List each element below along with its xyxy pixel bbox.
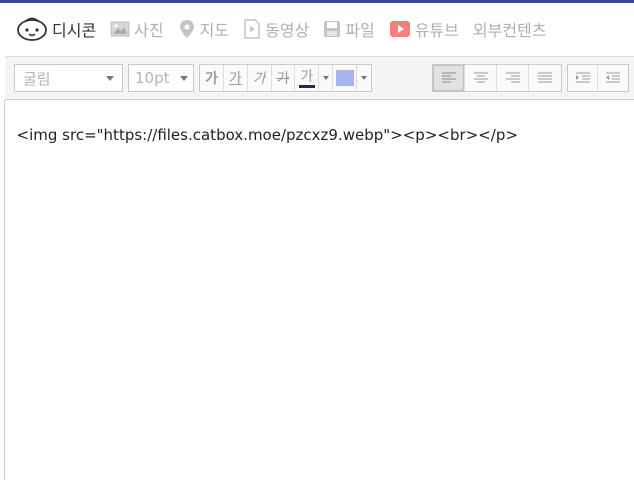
bg-color-swatch	[335, 70, 354, 86]
font-color-dropdown[interactable]	[319, 65, 334, 91]
align-right-icon	[505, 72, 520, 83]
font-color-label: 가	[300, 68, 314, 85]
outdent-button[interactable]	[598, 65, 628, 91]
editor-left-border	[4, 100, 5, 480]
dccon-button[interactable]: 디시콘	[16, 14, 96, 44]
external-content-label: 외부컨텐츠	[472, 21, 547, 40]
bold-button[interactable]: 가	[200, 65, 224, 91]
video-button[interactable]: 동영상	[243, 14, 309, 44]
photo-icon	[110, 20, 130, 38]
italic-label: 가	[252, 71, 266, 87]
format-toolbar: 굴림 10pt 가 가 가 가 가	[5, 56, 634, 100]
indent-group	[567, 64, 629, 92]
strikethrough-button[interactable]: 가	[272, 65, 296, 91]
underline-label: 가	[228, 71, 242, 87]
dccon-face-icon	[16, 16, 48, 42]
external-content-button[interactable]: 외부컨텐츠	[473, 14, 547, 44]
dccon-label: 디시콘	[52, 21, 97, 40]
chevron-down-icon	[322, 76, 329, 80]
map-pin-icon	[178, 19, 196, 39]
strikethrough-label: 가	[276, 71, 290, 87]
align-center-button[interactable]	[465, 65, 497, 91]
font-family-select[interactable]: 굴림	[14, 64, 123, 92]
align-center-icon	[473, 72, 488, 83]
chevron-down-icon	[361, 76, 368, 80]
align-justify-icon	[538, 72, 552, 83]
font-family-value: 굴림	[23, 69, 51, 88]
font-size-value: 10pt	[135, 69, 170, 87]
underline-button[interactable]: 가	[224, 65, 248, 91]
bg-color-dropdown[interactable]	[357, 65, 371, 91]
video-label: 동영상	[265, 21, 310, 40]
font-color-button[interactable]: 가	[295, 65, 320, 91]
align-right-button[interactable]	[497, 65, 529, 91]
youtube-button[interactable]: 유튜브	[389, 14, 459, 44]
youtube-icon	[389, 20, 411, 38]
font-color-swatch	[298, 84, 315, 88]
attach-toolbar: 디시콘 사진 지도 동영상 파일 유튜브 외부컨텐츠	[4, 3, 634, 55]
align-justify-button[interactable]	[529, 65, 561, 91]
map-button[interactable]: 지도	[178, 14, 229, 44]
bg-color-button[interactable]	[333, 65, 358, 91]
photo-label: 사진	[134, 21, 164, 40]
chevron-down-icon	[180, 75, 188, 81]
indent-icon	[575, 72, 590, 83]
outdent-icon	[606, 72, 620, 83]
italic-button[interactable]: 가	[248, 65, 272, 91]
indent-button[interactable]	[568, 65, 598, 91]
editor-content-area[interactable]: <img src="https://files.catbox.moe/pzcxz…	[5, 101, 634, 480]
file-button[interactable]: 파일	[323, 14, 375, 44]
map-label: 지도	[199, 21, 230, 40]
text-style-group: 가 가 가 가 가	[199, 64, 372, 92]
editor-html-text: <img src="https://files.catbox.moe/pzcxz…	[16, 126, 518, 144]
chevron-down-icon	[106, 75, 114, 81]
font-size-select[interactable]: 10pt	[128, 64, 194, 92]
align-left-button[interactable]	[433, 65, 465, 91]
video-icon	[243, 19, 261, 39]
youtube-label: 유튜브	[414, 21, 459, 40]
align-group	[432, 64, 562, 92]
align-left-icon	[441, 72, 456, 83]
file-save-icon	[323, 20, 341, 38]
bold-label: 가	[204, 71, 218, 87]
file-label: 파일	[345, 21, 375, 40]
photo-button[interactable]: 사진	[110, 14, 164, 44]
